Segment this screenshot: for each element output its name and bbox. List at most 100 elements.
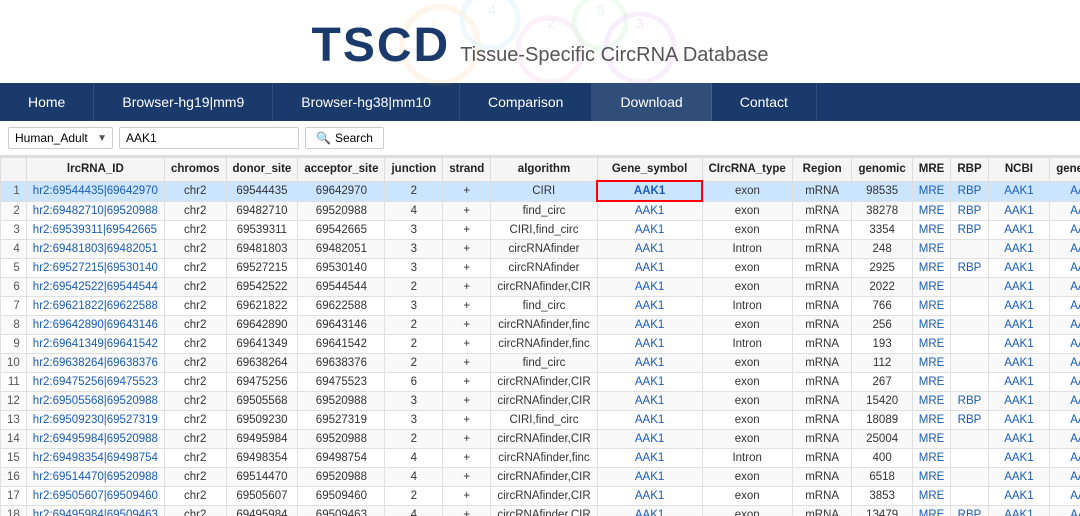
table-row[interactable]: 12hr2:69505568|69520988chr26950556869520… [1, 392, 1080, 411]
cell-15[interactable]: AAK1 [1050, 506, 1080, 516]
cell-1[interactable]: hr2:69498354|69498754 [26, 449, 164, 468]
cell-8[interactable]: AAK1 [597, 449, 702, 468]
cell-15[interactable]: AAK1 [1050, 430, 1080, 449]
cell-8[interactable]: AAK1 [597, 221, 702, 240]
species-select[interactable]: Human_Adult Human_Fetal Mouse_Adult Mous… [8, 127, 113, 149]
cell-1[interactable]: hr2:69482710|69520988 [26, 201, 164, 221]
cell-15[interactable]: AAK1 [1050, 181, 1080, 201]
search-button[interactable]: 🔍 Search [305, 127, 384, 149]
cell-15[interactable]: AAK1 [1050, 354, 1080, 373]
cell-15[interactable]: AAK1 [1050, 411, 1080, 430]
cell-1[interactable]: hr2:69527215|69530140 [26, 259, 164, 278]
cell-15[interactable]: AAK1 [1050, 449, 1080, 468]
cell-15[interactable]: AAK1 [1050, 316, 1080, 335]
cell-13[interactable]: RBP [951, 259, 988, 278]
table-row[interactable]: 10hr2:69638264|69638376chr26963826469638… [1, 354, 1080, 373]
cell-8[interactable]: AAK1 [597, 506, 702, 516]
cell-15[interactable]: AAK1 [1050, 259, 1080, 278]
cell-12[interactable]: MRE [912, 259, 951, 278]
cell-12[interactable]: MRE [912, 449, 951, 468]
cell-15[interactable]: AAK1 [1050, 221, 1080, 240]
cell-12[interactable]: MRE [912, 487, 951, 506]
table-row[interactable]: 2hr2:69482710|69520988chr269482710695209… [1, 201, 1080, 221]
table-row[interactable]: 7hr2:69621822|69622588chr269621822696225… [1, 297, 1080, 316]
cell-12[interactable]: MRE [912, 411, 951, 430]
cell-8[interactable]: AAK1 [597, 392, 702, 411]
cell-15[interactable]: AAK1 [1050, 278, 1080, 297]
cell-14[interactable]: AAK1 [988, 506, 1050, 516]
cell-12[interactable]: MRE [912, 278, 951, 297]
cell-12[interactable]: MRE [912, 297, 951, 316]
cell-1[interactable]: hr2:69475256|69475523 [26, 373, 164, 392]
cell-1[interactable]: hr2:69514470|69520988 [26, 468, 164, 487]
cell-14[interactable]: AAK1 [988, 487, 1050, 506]
cell-15[interactable]: AAK1 [1050, 335, 1080, 354]
cell-1[interactable]: hr2:69481803|69482051 [26, 240, 164, 259]
cell-1[interactable]: hr2:69539311|69542665 [26, 221, 164, 240]
cell-12[interactable]: MRE [912, 221, 951, 240]
cell-1[interactable]: hr2:69544435|69642970 [26, 181, 164, 201]
cell-12[interactable]: MRE [912, 335, 951, 354]
cell-12[interactable]: MRE [912, 181, 951, 201]
cell-14[interactable]: AAK1 [988, 392, 1050, 411]
table-row[interactable]: 11hr2:69475256|69475523chr26947525669475… [1, 373, 1080, 392]
cell-15[interactable]: AAK1 [1050, 487, 1080, 506]
cell-14[interactable]: AAK1 [988, 316, 1050, 335]
cell-13[interactable]: RBP [951, 392, 988, 411]
cell-1[interactable]: hr2:69641349|69641542 [26, 335, 164, 354]
cell-14[interactable]: AAK1 [988, 201, 1050, 221]
cell-8[interactable]: AAK1 [597, 487, 702, 506]
cell-12[interactable]: MRE [912, 430, 951, 449]
cell-1[interactable]: hr2:69509230|69527319 [26, 411, 164, 430]
search-input[interactable] [119, 127, 299, 149]
cell-14[interactable]: AAK1 [988, 373, 1050, 392]
cell-14[interactable]: AAK1 [988, 354, 1050, 373]
cell-12[interactable]: MRE [912, 201, 951, 221]
cell-8[interactable]: AAK1 [597, 468, 702, 487]
table-row[interactable]: 17hr2:69505607|69509460chr26950560769509… [1, 487, 1080, 506]
cell-12[interactable]: MRE [912, 468, 951, 487]
table-row[interactable]: 3hr2:69539311|69542665chr269539311695426… [1, 221, 1080, 240]
cell-13[interactable]: RBP [951, 411, 988, 430]
table-row[interactable]: 5hr2:69527215|69530140chr269527215695301… [1, 259, 1080, 278]
cell-1[interactable]: hr2:69505607|69509460 [26, 487, 164, 506]
cell-13[interactable]: RBP [951, 506, 988, 516]
cell-8[interactable]: AAK1 [597, 430, 702, 449]
table-row[interactable]: 13hr2:69509230|69527319chr26950923069527… [1, 411, 1080, 430]
cell-14[interactable]: AAK1 [988, 430, 1050, 449]
cell-13[interactable]: RBP [951, 181, 988, 201]
cell-14[interactable]: AAK1 [988, 278, 1050, 297]
cell-14[interactable]: AAK1 [988, 335, 1050, 354]
cell-8[interactable]: AAK1 [597, 240, 702, 259]
cell-14[interactable]: AAK1 [988, 411, 1050, 430]
cell-8[interactable]: AAK1 [597, 259, 702, 278]
table-row[interactable]: 9hr2:69641349|69641542chr269641349696415… [1, 335, 1080, 354]
nav-home[interactable]: Home [0, 83, 94, 121]
cell-12[interactable]: MRE [912, 373, 951, 392]
table-row[interactable]: 1hr2:69544435|69642970chr269544435696429… [1, 181, 1080, 201]
cell-1[interactable]: hr2:69621822|69622588 [26, 297, 164, 316]
cell-8[interactable]: AAK1 [597, 354, 702, 373]
cell-12[interactable]: MRE [912, 392, 951, 411]
cell-12[interactable]: MRE [912, 240, 951, 259]
cell-14[interactable]: AAK1 [988, 181, 1050, 201]
cell-1[interactable]: hr2:69495984|69509463 [26, 506, 164, 516]
table-row[interactable]: 4hr2:69481803|69482051chr269481803694820… [1, 240, 1080, 259]
table-row[interactable]: 6hr2:69542522|69544544chr269542522695445… [1, 278, 1080, 297]
cell-8[interactable]: AAK1 [597, 201, 702, 221]
cell-1[interactable]: hr2:69495984|69520988 [26, 430, 164, 449]
table-row[interactable]: 15hr2:69498354|69498754chr26949835469498… [1, 449, 1080, 468]
cell-1[interactable]: hr2:69642890|69643146 [26, 316, 164, 335]
cell-1[interactable]: hr2:69542522|69544544 [26, 278, 164, 297]
cell-15[interactable]: AAK1 [1050, 392, 1080, 411]
cell-15[interactable]: AAK1 [1050, 297, 1080, 316]
cell-8[interactable]: AAK1 [597, 297, 702, 316]
cell-1[interactable]: hr2:69505568|69520988 [26, 392, 164, 411]
cell-8[interactable]: AAK1 [597, 335, 702, 354]
cell-15[interactable]: AAK1 [1050, 240, 1080, 259]
cell-15[interactable]: AAK1 [1050, 373, 1080, 392]
cell-8[interactable]: AAK1 [597, 411, 702, 430]
cell-8[interactable]: AAK1 [597, 316, 702, 335]
cell-13[interactable]: RBP [951, 221, 988, 240]
cell-14[interactable]: AAK1 [988, 221, 1050, 240]
